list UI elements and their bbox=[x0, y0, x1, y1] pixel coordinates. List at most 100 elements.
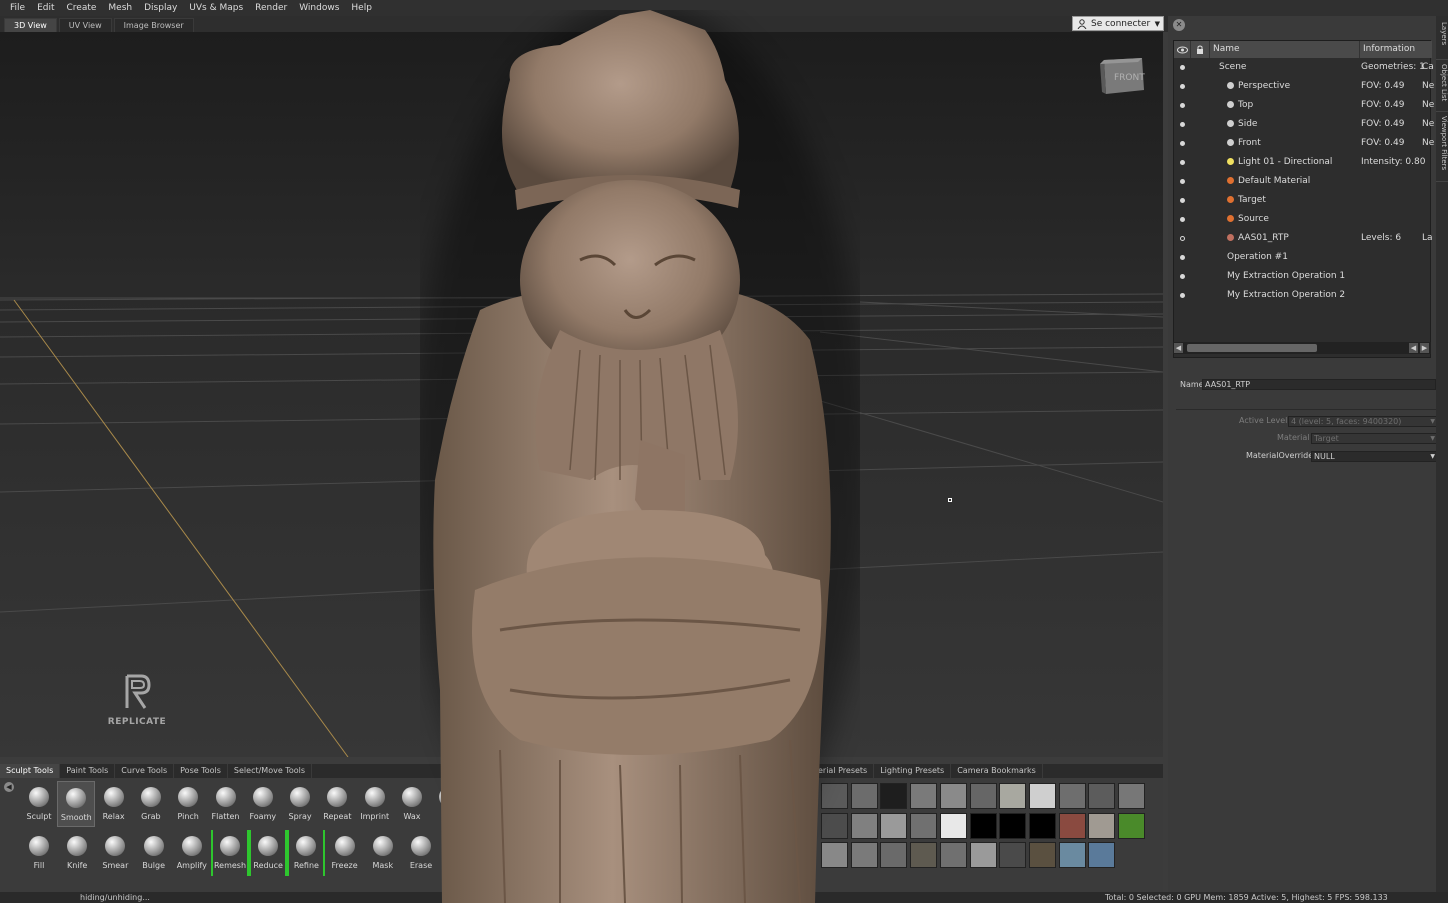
menu-edit[interactable]: Edit bbox=[31, 0, 60, 16]
object-list-row[interactable]: Front FOV: 0.49 Ne bbox=[1174, 134, 1434, 153]
menu-create[interactable]: Create bbox=[61, 0, 103, 16]
material-preset-thumbnail[interactable] bbox=[969, 783, 997, 809]
object-list-row[interactable]: Target bbox=[1174, 191, 1432, 210]
tab-sculpt-tools[interactable]: Sculpt Tools bbox=[0, 764, 61, 778]
menu-help[interactable]: Help bbox=[345, 0, 378, 16]
material-preset-thumbnail[interactable] bbox=[939, 842, 967, 868]
tool-spray[interactable]: Spray bbox=[281, 781, 319, 827]
material-preset-thumbnail[interactable] bbox=[910, 783, 938, 809]
object-list-row[interactable]: AAS01_RTP Levels: 6 La bbox=[1174, 229, 1433, 248]
visibility-toggle-icon[interactable] bbox=[1180, 103, 1185, 108]
connect-button[interactable]: Se connecter ▼ bbox=[1072, 16, 1164, 31]
object-list-row[interactable]: Operation #1 bbox=[1174, 248, 1432, 267]
material-preset-thumbnail[interactable] bbox=[999, 783, 1027, 809]
lock-column[interactable] bbox=[1191, 41, 1210, 58]
tab-paint-tools[interactable]: Paint Tools bbox=[60, 764, 116, 778]
tool-repeat[interactable]: Repeat bbox=[318, 781, 356, 827]
object-list[interactable]: Name Information Scene Geometries: 1 Ca Per… bbox=[1173, 40, 1434, 358]
material-preset-thumbnail[interactable] bbox=[1088, 783, 1116, 809]
tool-freeze[interactable]: Freeze bbox=[326, 830, 364, 876]
tab-object-list[interactable]: Object List bbox=[1436, 62, 1448, 112]
tab-camera-bookmarks[interactable]: Camera Bookmarks bbox=[951, 764, 1043, 778]
scroll-right-arrow[interactable]: ▶ bbox=[1420, 343, 1429, 353]
material-preset-thumbnail[interactable] bbox=[999, 812, 1027, 839]
navigation-cube[interactable]: FRONT bbox=[1098, 54, 1146, 96]
scroll-left-arrow-2[interactable]: ◀ bbox=[1409, 343, 1418, 353]
tool-grab[interactable]: Grab bbox=[132, 781, 170, 827]
tool-foamy[interactable]: Foamy bbox=[244, 781, 282, 827]
object-list-row[interactable]: Top FOV: 0.49 Ne bbox=[1174, 96, 1434, 115]
column-header-name[interactable]: Name bbox=[1210, 41, 1360, 58]
name-field[interactable]: AAS01_RTP bbox=[1202, 379, 1436, 390]
visibility-toggle-icon[interactable] bbox=[1180, 122, 1185, 127]
tool-mask[interactable]: Mask bbox=[364, 830, 402, 876]
tab-uv-view[interactable]: UV View bbox=[58, 18, 112, 32]
visibility-toggle-icon[interactable] bbox=[1180, 217, 1185, 222]
material-preset-thumbnail[interactable] bbox=[969, 812, 997, 839]
material-preset-thumbnail[interactable] bbox=[880, 783, 908, 809]
scrollbar-thumb[interactable] bbox=[1187, 344, 1317, 352]
material-override-select[interactable]: NULL ▼ bbox=[1311, 451, 1438, 462]
visibility-toggle-icon[interactable] bbox=[1180, 198, 1185, 203]
material-preset-thumbnail[interactable] bbox=[969, 842, 997, 868]
tool-smear[interactable]: Smear bbox=[96, 830, 134, 876]
menu-uvs-maps[interactable]: UVs & Maps bbox=[183, 0, 249, 16]
tool-imprint[interactable]: Imprint bbox=[356, 781, 394, 827]
tool-remesh[interactable]: Remesh bbox=[211, 830, 249, 876]
tool-sculpt[interactable]: Sculpt bbox=[20, 781, 58, 827]
object-list-scrollbar[interactable]: ◀ ◀ ▶ bbox=[1173, 342, 1431, 354]
active-level-select[interactable]: 4 (level: 5, faces: 9400320) ▼ bbox=[1288, 416, 1438, 427]
tool-relax[interactable]: Relax bbox=[95, 781, 133, 827]
tool-amplify[interactable]: Amplify bbox=[173, 830, 211, 876]
material-preset-thumbnail[interactable] bbox=[1058, 812, 1086, 839]
material-preset-thumbnail[interactable] bbox=[1118, 812, 1145, 839]
material-preset-thumbnail[interactable] bbox=[910, 842, 938, 868]
visibility-toggle-icon[interactable] bbox=[1180, 84, 1185, 89]
tool-knife[interactable]: Knife bbox=[58, 830, 96, 876]
tab-select-move-tools[interactable]: Select/Move Tools bbox=[228, 764, 312, 778]
object-list-row[interactable]: My Extraction Operation 1 bbox=[1174, 267, 1432, 286]
tab-pose-tools[interactable]: Pose Tools bbox=[174, 764, 228, 778]
visibility-toggle-icon[interactable] bbox=[1180, 65, 1185, 70]
material-preset-thumbnail[interactable] bbox=[1028, 783, 1056, 809]
material-preset-thumbnail[interactable] bbox=[1088, 842, 1116, 868]
menu-mesh[interactable]: Mesh bbox=[102, 0, 138, 16]
tab-3d-view[interactable]: 3D View bbox=[4, 18, 57, 32]
tool-fill[interactable]: Fill bbox=[20, 830, 58, 876]
tab-image-browser[interactable]: Image Browser bbox=[113, 18, 194, 32]
material-preset-thumbnail[interactable] bbox=[1118, 783, 1145, 809]
material-preset-thumbnail[interactable] bbox=[1088, 812, 1116, 839]
object-list-row[interactable]: My Extraction Operation 2 bbox=[1174, 286, 1432, 305]
tab-layers[interactable]: Layers bbox=[1436, 20, 1448, 60]
visibility-toggle-icon[interactable] bbox=[1180, 274, 1185, 279]
menu-display[interactable]: Display bbox=[138, 0, 183, 16]
menu-file[interactable]: File bbox=[4, 0, 31, 16]
object-list-row[interactable]: Perspective FOV: 0.49 Ne bbox=[1174, 77, 1434, 96]
material-preset-thumbnail[interactable] bbox=[880, 812, 908, 839]
object-list-row[interactable]: Light 01 - Directional Intensity: 0.80 bbox=[1174, 153, 1432, 172]
menu-windows[interactable]: Windows bbox=[293, 0, 345, 16]
material-preset-thumbnail[interactable] bbox=[910, 812, 938, 839]
material-preset-thumbnail[interactable] bbox=[1058, 783, 1086, 809]
tab-viewport-filters[interactable]: Viewport Filters bbox=[1436, 114, 1448, 182]
visibility-column[interactable] bbox=[1174, 41, 1191, 58]
scroll-left-arrow[interactable]: ◀ bbox=[1174, 343, 1183, 353]
collapse-icon[interactable]: ◀ bbox=[4, 782, 14, 792]
object-list-row[interactable]: Side FOV: 0.49 Ne bbox=[1174, 115, 1434, 134]
material-preset-thumbnail[interactable] bbox=[880, 842, 908, 868]
object-list-row[interactable]: Scene Geometries: 1 Ca bbox=[1174, 58, 1434, 77]
object-list-row[interactable]: Source bbox=[1174, 210, 1432, 229]
visibility-toggle-icon[interactable] bbox=[1180, 179, 1185, 184]
visibility-toggle-icon[interactable] bbox=[1180, 160, 1185, 165]
object-list-row[interactable]: Default Material bbox=[1174, 172, 1432, 191]
tool-pinch[interactable]: Pinch bbox=[169, 781, 207, 827]
material-preset-thumbnail[interactable] bbox=[1028, 842, 1056, 868]
menu-render[interactable]: Render bbox=[249, 0, 293, 16]
tool-smooth[interactable]: Smooth bbox=[57, 781, 96, 827]
tab-curve-tools[interactable]: Curve Tools bbox=[115, 764, 175, 778]
tool-reduce[interactable]: Reduce bbox=[249, 830, 288, 876]
material-preset-thumbnail[interactable] bbox=[939, 783, 967, 809]
visibility-toggle-icon[interactable] bbox=[1180, 293, 1185, 298]
column-header-information[interactable]: Information bbox=[1360, 41, 1432, 58]
visibility-toggle-icon[interactable] bbox=[1180, 141, 1185, 146]
